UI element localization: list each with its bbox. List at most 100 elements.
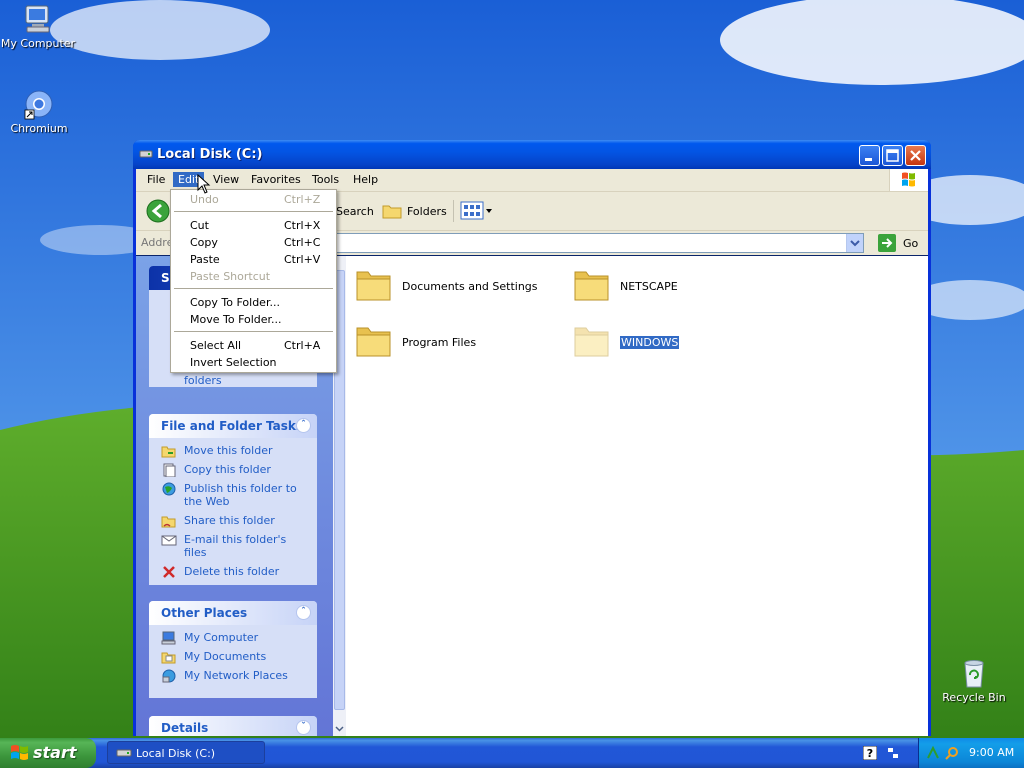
desktop-icon-chromium[interactable]: Chromium bbox=[0, 88, 79, 135]
windows-logo-icon bbox=[11, 745, 28, 760]
back-icon[interactable] bbox=[146, 199, 170, 223]
place-label: My Computer bbox=[184, 631, 259, 644]
start-button[interactable]: start bbox=[0, 738, 96, 768]
folder-icon bbox=[356, 271, 391, 301]
folder-icon bbox=[574, 271, 609, 301]
desktop-icon-label: Chromium bbox=[10, 122, 68, 135]
globe-icon bbox=[162, 482, 176, 496]
panel-header[interactable]: Details ˇ bbox=[149, 716, 317, 736]
share-folder-icon bbox=[161, 516, 176, 528]
scroll-down-icon[interactable] bbox=[333, 722, 346, 735]
menu-item-copy-to-folder[interactable]: Copy To Folder... bbox=[172, 294, 335, 311]
menu-item-label: Cut bbox=[190, 219, 209, 232]
place-label: My Network Places bbox=[184, 669, 288, 682]
menu-tools[interactable]: Tools bbox=[307, 172, 344, 187]
recycle-bin-icon bbox=[964, 660, 984, 688]
maximize-button[interactable] bbox=[882, 145, 903, 166]
address-dropdown[interactable] bbox=[846, 234, 863, 252]
place-my-computer[interactable]: My Computer bbox=[161, 631, 311, 645]
menu-item-cut[interactable]: Cut Ctrl+X bbox=[172, 217, 335, 234]
taskbar-button-local-disk[interactable]: Local Disk (C:) bbox=[107, 741, 265, 764]
task-email-files[interactable]: E-mail this folder's files bbox=[161, 533, 311, 559]
collapse-icon[interactable]: ˆ bbox=[296, 418, 311, 433]
edit-menu-dropdown: Undo Ctrl+Z Cut Ctrl+X Copy Ctrl+C Paste… bbox=[170, 189, 337, 373]
panel-header[interactable]: File and Folder Tasks ˆ bbox=[149, 414, 317, 438]
task-share-folder[interactable]: Share this folder bbox=[161, 514, 311, 528]
task-delete-folder[interactable]: Delete this folder bbox=[161, 565, 311, 578]
other-places-panel: Other Places ˆ My Computer My Documents … bbox=[149, 601, 317, 698]
collapse-icon[interactable]: ˆ bbox=[296, 605, 311, 620]
window-title: Local Disk (C:) bbox=[157, 147, 263, 162]
panel-header[interactable]: Other Places ˆ bbox=[149, 601, 317, 625]
search-button[interactable]: Search bbox=[336, 205, 374, 218]
menu-favorites[interactable]: Favorites bbox=[246, 172, 306, 187]
task-publish-web[interactable]: Publish this folder to the Web bbox=[161, 482, 311, 508]
panel-body: My Computer My Documents My Network Plac… bbox=[149, 625, 317, 696]
menu-file[interactable]: File bbox=[142, 172, 170, 187]
desktop-icon-label: Recycle Bin bbox=[942, 691, 1006, 704]
menu-item-shortcut: Ctrl+V bbox=[284, 253, 321, 266]
folder-item[interactable]: Program Files bbox=[354, 322, 554, 366]
network-tray-icon[interactable] bbox=[926, 746, 940, 760]
clock: 9:00 AM bbox=[969, 746, 1015, 759]
system-task-trailing[interactable]: folders bbox=[184, 374, 222, 387]
menu-item-copy[interactable]: Copy Ctrl+C bbox=[172, 234, 335, 251]
menu-item-label: Undo bbox=[190, 193, 219, 206]
close-icon bbox=[910, 150, 921, 161]
task-label: Copy this folder bbox=[184, 463, 271, 476]
menu-item-invert-selection[interactable]: Invert Selection bbox=[172, 354, 335, 371]
expand-icon[interactable]: ˇ bbox=[296, 720, 311, 735]
folder-icon bbox=[574, 327, 609, 357]
menu-item-shortcut: Ctrl+X bbox=[284, 219, 321, 232]
menu-view[interactable]: View bbox=[208, 172, 244, 187]
title-bar[interactable]: Local Disk (C:) bbox=[133, 140, 931, 169]
task-move-folder[interactable]: Move this folder bbox=[161, 444, 311, 458]
views-icon[interactable] bbox=[460, 201, 494, 221]
move-folder-icon bbox=[161, 446, 176, 458]
folder-item[interactable]: Documents and Settings bbox=[354, 266, 554, 310]
language-bar-icon[interactable] bbox=[886, 746, 900, 760]
panel-title: S bbox=[161, 271, 170, 285]
menu-help[interactable]: Help bbox=[348, 172, 383, 187]
folder-name: NETSCAPE bbox=[620, 280, 678, 293]
folder-item-selected[interactable]: WINDOWS bbox=[572, 322, 772, 366]
desktop-icon-recycle-bin[interactable]: Recycle Bin bbox=[934, 657, 1014, 704]
menu-item-paste[interactable]: Paste Ctrl+V bbox=[172, 251, 335, 268]
panel-title: Details bbox=[161, 721, 209, 735]
toolbar-divider bbox=[453, 200, 454, 222]
delete-x-icon bbox=[163, 566, 175, 578]
menu-item-paste-shortcut[interactable]: Paste Shortcut bbox=[172, 268, 335, 285]
folder-item[interactable]: NETSCAPE bbox=[572, 266, 772, 310]
taskbar: start Local Disk (C:) ? 9:00 AM bbox=[0, 738, 1024, 768]
menu-item-shortcut: Ctrl+A bbox=[284, 339, 321, 352]
task-copy-folder[interactable]: Copy this folder bbox=[161, 463, 311, 477]
minimize-icon bbox=[865, 158, 872, 161]
desktop-icon-my-computer[interactable]: My Computer bbox=[0, 3, 78, 50]
search-tray-icon[interactable] bbox=[945, 746, 959, 760]
menu-separator bbox=[174, 331, 333, 332]
place-my-documents[interactable]: My Documents bbox=[161, 650, 311, 664]
svg-text:?: ? bbox=[867, 747, 873, 760]
minimize-button[interactable] bbox=[859, 145, 880, 166]
maximize-icon bbox=[886, 149, 899, 162]
windows-flag-icon bbox=[902, 172, 915, 187]
help-icon[interactable]: ? bbox=[863, 746, 877, 760]
folder-name: Program Files bbox=[402, 336, 477, 349]
copy-folder-icon bbox=[163, 463, 176, 477]
menu-item-move-to-folder[interactable]: Move To Folder... bbox=[172, 311, 335, 328]
network-places-icon bbox=[162, 669, 176, 683]
file-list: Documents and Settings NETSCAPE Program … bbox=[346, 256, 928, 736]
menu-item-select-all[interactable]: Select All Ctrl+A bbox=[172, 337, 335, 354]
menu-item-label: Copy bbox=[190, 236, 218, 249]
place-my-network-places[interactable]: My Network Places bbox=[161, 669, 311, 683]
menu-item-label: Select All bbox=[190, 339, 242, 352]
go-button[interactable]: Go bbox=[903, 237, 918, 250]
chevron-down-icon bbox=[850, 240, 860, 247]
mouse-cursor-icon bbox=[197, 174, 211, 194]
close-button[interactable] bbox=[905, 145, 926, 166]
drive-icon bbox=[116, 749, 132, 757]
my-documents-icon bbox=[161, 652, 176, 664]
go-arrow-icon[interactable] bbox=[878, 234, 896, 252]
folders-button[interactable]: Folders bbox=[407, 205, 447, 218]
menu-separator bbox=[174, 288, 333, 289]
